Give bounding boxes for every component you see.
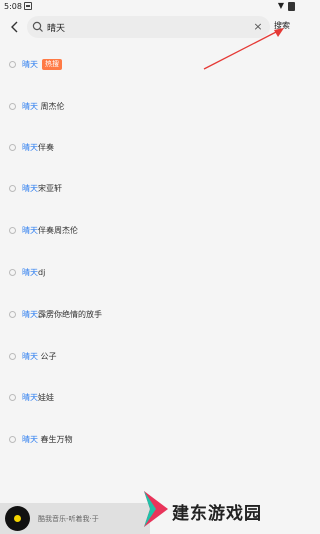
suggestion-rest: 周杰伦: [38, 102, 65, 111]
search-header: × 搜索: [0, 16, 300, 40]
suggestion-item[interactable]: 晴天 热搜: [0, 53, 300, 77]
watermark-logo-icon: [144, 491, 168, 527]
suggestion-text: 晴天娃娃: [22, 392, 54, 403]
suggestion-item[interactable]: 晴天伴奏周杰伦: [0, 219, 300, 243]
status-time: 5:08: [4, 2, 22, 11]
history-dot-icon: [9, 353, 16, 360]
suggestion-highlight: 晴天: [22, 226, 38, 235]
suggestion-highlight: 晴天: [22, 102, 38, 111]
suggestion-text: 晴天 公子: [22, 351, 57, 362]
suggestion-text: 晴天伴奏周杰伦: [22, 225, 78, 236]
suggestion-text: 晴天霹雳你绝情的放手: [22, 309, 102, 320]
suggestion-highlight: 晴天: [22, 393, 38, 402]
suggestion-rest: 宋亚轩: [38, 184, 62, 193]
hot-badge: 热搜: [42, 59, 62, 70]
history-dot-icon: [9, 61, 16, 68]
suggestion-item[interactable]: 晴天娃娃: [0, 386, 300, 410]
suggestion-item[interactable]: 晴天 春生万物: [0, 428, 300, 452]
suggestion-item[interactable]: 晴天霹雳你绝情的放手: [0, 303, 300, 327]
chevron-left-icon: [11, 21, 18, 33]
suggestion-item[interactable]: 晴天宋亚轩: [0, 177, 300, 201]
suggestion-rest: dj: [38, 268, 46, 277]
suggestion-item[interactable]: 晴天伴奏: [0, 136, 300, 160]
watermark: 建东游戏园: [140, 483, 300, 534]
suggestion-text: 晴天 周杰伦: [22, 101, 65, 112]
suggestion-highlight: 晴天: [22, 268, 38, 277]
suggestion-highlight: 晴天: [22, 143, 38, 152]
status-bar: 5:08 ▼: [0, 0, 300, 14]
wifi-icon: ▼: [277, 1, 284, 10]
album-disc-icon[interactable]: [5, 506, 30, 531]
suggestion-rest: 春生万物: [38, 435, 73, 444]
suggestion-highlight: 晴天: [22, 60, 38, 69]
suggestion-text: 晴天dj: [22, 267, 45, 278]
search-button[interactable]: 搜索: [274, 20, 290, 31]
search-icon: [32, 21, 43, 32]
watermark-text: 建东游戏园: [172, 504, 262, 524]
suggestion-text: 晴天 热搜: [22, 59, 62, 70]
suggestion-item[interactable]: 晴天 周杰伦: [0, 95, 300, 119]
back-button[interactable]: [6, 17, 24, 37]
suggestion-item[interactable]: 晴天dj: [0, 261, 300, 285]
history-dot-icon: [9, 227, 16, 234]
history-dot-icon: [9, 436, 16, 443]
history-dot-icon: [9, 144, 16, 151]
suggestion-highlight: 晴天: [22, 310, 38, 319]
suggestion-rest: 娃娃: [38, 393, 54, 402]
suggestion-rest: 伴奏: [38, 143, 54, 152]
history-dot-icon: [9, 103, 16, 110]
suggestion-text: 晴天伴奏: [22, 142, 54, 153]
suggestion-highlight: 晴天: [22, 352, 38, 361]
mini-player[interactable]: 酷我音乐-听着我·于: [0, 503, 150, 534]
player-track-text: 酷我音乐-听着我·于: [38, 515, 99, 523]
battery-icon: [288, 2, 295, 11]
suggestion-text: 晴天宋亚轩: [22, 183, 62, 194]
suggestion-highlight: 晴天: [22, 184, 38, 193]
history-dot-icon: [9, 394, 16, 401]
notification-icon: [24, 2, 32, 10]
suggestion-rest: 伴奏周杰伦: [38, 226, 78, 235]
history-dot-icon: [9, 311, 16, 318]
suggestion-item[interactable]: 晴天 公子: [0, 345, 300, 369]
clear-icon[interactable]: ×: [252, 20, 264, 34]
history-dot-icon: [9, 269, 16, 276]
suggestion-highlight: 晴天: [22, 435, 38, 444]
suggestion-text: 晴天 春生万物: [22, 434, 73, 445]
search-input[interactable]: [47, 16, 247, 38]
suggestion-rest: 霹雳你绝情的放手: [38, 310, 102, 319]
suggestion-rest: 公子: [38, 352, 57, 361]
search-bar[interactable]: ×: [27, 16, 270, 38]
history-dot-icon: [9, 185, 16, 192]
